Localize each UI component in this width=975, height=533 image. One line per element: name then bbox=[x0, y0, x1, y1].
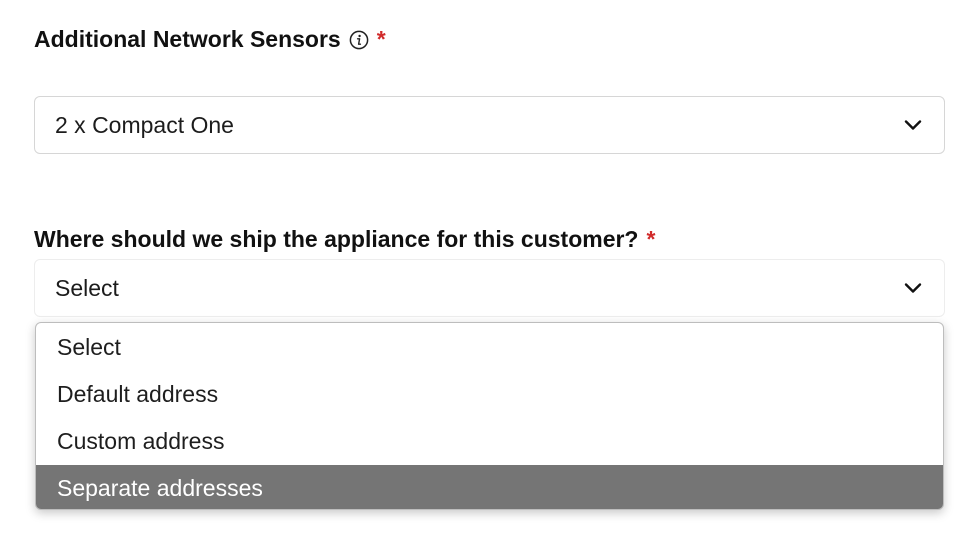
option-custom-address[interactable]: Custom address bbox=[36, 418, 943, 465]
shipping-selected-value: Select bbox=[55, 274, 119, 301]
chevron-down-icon bbox=[904, 120, 922, 130]
network-sensors-label: Additional Network Sensors bbox=[34, 26, 341, 52]
option-label: Separate addresses bbox=[57, 475, 263, 501]
option-default-address[interactable]: Default address bbox=[36, 371, 943, 418]
option-label: Default address bbox=[57, 381, 219, 407]
info-icon[interactable] bbox=[349, 30, 369, 50]
chevron-down-icon bbox=[904, 283, 922, 293]
order-form: Additional Network Sensors * 2 x Compact… bbox=[0, 0, 975, 533]
option-separate-addresses[interactable]: Separate addresses bbox=[36, 465, 943, 509]
required-marker: * bbox=[376, 26, 386, 52]
shipping-options-list: Select Default address Custom address Se… bbox=[35, 322, 944, 510]
required-marker: * bbox=[646, 226, 656, 252]
shipping-label: Where should we ship the appliance for t… bbox=[34, 226, 639, 252]
shipping-select[interactable]: Select bbox=[34, 259, 945, 317]
network-sensors-label-row: Additional Network Sensors * bbox=[34, 26, 386, 53]
option-select[interactable]: Select bbox=[36, 323, 943, 371]
option-label: Custom address bbox=[57, 428, 225, 454]
network-sensors-selected-value: 2 x Compact One bbox=[55, 111, 234, 138]
network-sensors-select[interactable]: 2 x Compact One bbox=[34, 96, 945, 154]
shipping-label-row: Where should we ship the appliance for t… bbox=[34, 226, 655, 253]
option-label: Select bbox=[57, 333, 121, 360]
